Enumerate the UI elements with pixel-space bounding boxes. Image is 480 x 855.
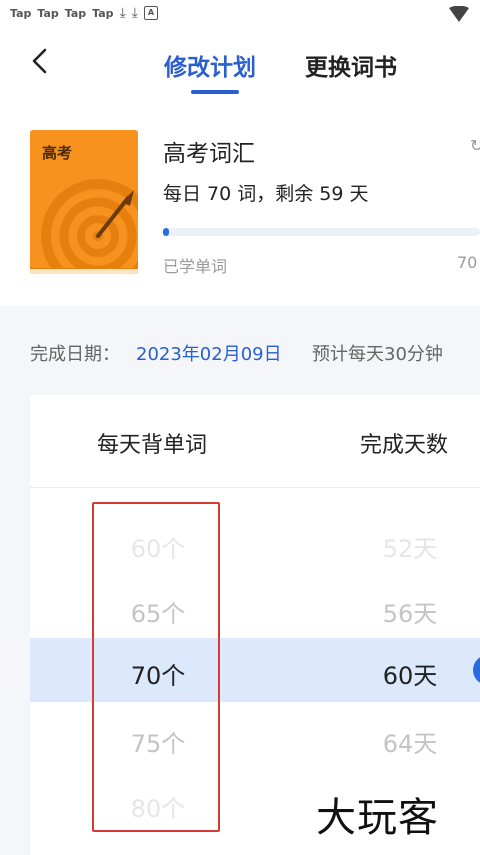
book-cover-title: 高考: [42, 144, 73, 162]
book-card: 高考 高考词汇 ↻ 每日 70 词，剩余 59 天 已学单词 70: [0, 100, 480, 306]
complete-date-value: 2023年02月09日: [136, 344, 282, 365]
days-option-selected[interactable]: 60天: [330, 656, 480, 691]
days-option[interactable]: 56天: [330, 594, 480, 629]
status-bar: Tap Tap Tap Tap ⤓ ⤓ A: [0, 0, 480, 30]
days-option[interactable]: 64天: [330, 724, 480, 759]
words-per-day-header: 每天背单词: [97, 433, 208, 458]
download-icon: ⤓: [119, 5, 126, 21]
tap-label: Tap: [37, 6, 59, 20]
completion-days-header: 完成天数: [360, 433, 449, 458]
notification-box-icon: A: [143, 6, 158, 20]
progress-fill: [163, 228, 170, 236]
tap-label: Tap: [92, 6, 114, 20]
watermark-text: 大玩客: [316, 795, 439, 841]
signal-icon: [449, 6, 469, 22]
learned-words-label: 已学单词: [163, 257, 228, 276]
tap-label: Tap: [64, 6, 87, 20]
annotation-highlight-box: [92, 502, 220, 832]
estimated-daily-time: 预计每天30分钟: [312, 344, 443, 365]
chevron-left-icon[interactable]: [28, 47, 52, 75]
progress-bar: [163, 228, 480, 236]
tap-label: Tap: [10, 6, 32, 20]
top-nav: 修改计划 更换词书: [0, 30, 480, 100]
complete-date-label: 完成日期：: [30, 344, 120, 365]
header-divider: [30, 487, 480, 488]
book-cover-edge: [30, 269, 138, 274]
status-items: Tap Tap Tap Tap ⤓ ⤓ A: [10, 6, 158, 20]
download-icon: ⤓: [131, 5, 138, 21]
tab-change-book[interactable]: 更换词书: [305, 48, 397, 82]
tab-modify-plan[interactable]: 修改计划: [164, 48, 256, 82]
days-option[interactable]: 52天: [330, 529, 480, 564]
refresh-icon[interactable]: ↻: [470, 136, 480, 155]
plan-settings-section: 完成日期： 2023年02月09日 预计每天30分钟 每天背单词 完成天数 60…: [0, 306, 480, 855]
total-words-value: 70: [457, 253, 478, 272]
book-plan-summary: 每日 70 词，剩余 59 天: [163, 183, 369, 205]
book-name: 高考词汇: [163, 141, 255, 167]
book-cover: 高考: [30, 130, 138, 274]
active-tab-indicator: [191, 90, 239, 94]
